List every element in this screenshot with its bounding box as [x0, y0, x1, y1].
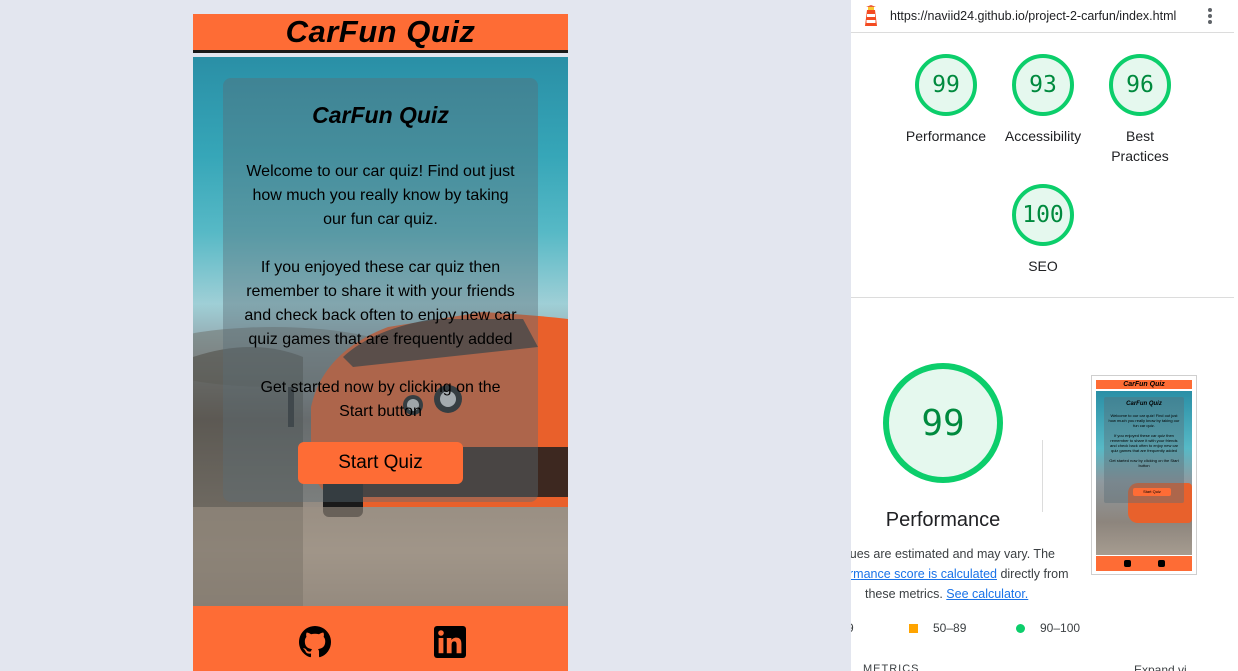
metrics-heading: METRICS — [863, 663, 920, 671]
big-gauge-value: 99 — [921, 402, 965, 444]
performance-big-gauge: 99 — [883, 363, 1003, 483]
card-title: CarFun Quiz — [312, 102, 449, 128]
gauge-label: Performance — [905, 128, 987, 144]
thumb-text: Get started now by clicking on the Start… — [1109, 458, 1179, 468]
thumb-header: CarFun Quiz — [1096, 380, 1192, 389]
thumb-start-button: Start Quiz — [1133, 488, 1171, 496]
report-url[interactable]: https://naviid24.github.io/project-2-car… — [890, 9, 1176, 23]
thumb-hero: CarFun Quiz Welcome to our car quiz! Fin… — [1096, 391, 1192, 555]
thumb-text: Welcome to our car quiz! Find out just h… — [1108, 413, 1180, 428]
lighthouse-logo-icon — [865, 5, 877, 26]
thumb-github-icon — [1124, 560, 1131, 567]
site-header: CarFun Quiz — [193, 14, 568, 50]
score-calculated-link[interactable]: rmance score is calculated — [851, 567, 997, 581]
legend-square-icon — [909, 623, 918, 633]
gauge-value: 93 — [1029, 72, 1057, 98]
note-text: these metrics. — [865, 587, 947, 601]
legend-average: 50–89 — [909, 621, 966, 635]
hero-background: CarFun Quiz Welcome to our car quiz! Fin… — [193, 57, 568, 606]
linkedin-icon[interactable] — [434, 626, 466, 658]
note-text: directly from — [996, 567, 1069, 581]
legend-label: 9 — [851, 621, 854, 635]
gauge-performance[interactable]: 99 Performance — [898, 54, 994, 146]
section-divider — [851, 297, 1234, 298]
gauge-seo[interactable]: 100 SEO — [995, 184, 1091, 276]
gauge-label: SEO — [1028, 258, 1058, 274]
expand-view-toggle[interactable]: Expand vi — [1134, 663, 1187, 671]
lighthouse-report: https://naviid24.github.io/project-2-car… — [851, 0, 1238, 671]
share-text: If you enjoyed these car quiz then remem… — [244, 259, 517, 348]
header-divider — [193, 50, 568, 53]
quiz-intro-card: CarFun Quiz Welcome to our car quiz! Fin… — [223, 78, 538, 502]
thumb-text: If you enjoyed these car quiz then remem… — [1109, 433, 1179, 453]
site-footer — [193, 606, 568, 671]
gauge-value: 100 — [1022, 202, 1064, 228]
legend-label: 50–89 — [933, 621, 967, 635]
legend-pass: 90–100 — [1016, 621, 1080, 635]
score-calc-note: rmance score is calculated directly from — [851, 564, 1069, 584]
thumb-card: CarFun Quiz Welcome to our car quiz! Fin… — [1104, 397, 1184, 503]
metrics-note: these metrics. See calculator. — [865, 584, 1028, 604]
more-options-icon[interactable] — [1205, 8, 1215, 26]
legend-circle-icon — [1016, 623, 1025, 633]
thumb-linkedin-icon — [1158, 560, 1165, 567]
start-quiz-button[interactable]: Start Quiz — [298, 442, 463, 484]
github-icon[interactable] — [299, 626, 331, 658]
gauge-value: 96 — [1126, 72, 1154, 98]
gauge-best-practices[interactable]: 96 Best Practices — [1092, 54, 1188, 166]
gauge-value: 99 — [932, 72, 960, 98]
vertical-divider — [1042, 440, 1043, 512]
welcome-text: Welcome to our car quiz! Find out just h… — [246, 163, 515, 228]
site-header-title: CarFun Quiz — [285, 14, 476, 49]
gauge-label: Accessibility — [1004, 128, 1082, 144]
big-gauge-label: Performance — [885, 509, 1001, 531]
estimate-note: lues are estimated and may vary. The — [851, 547, 1055, 561]
report-url-bar: https://naviid24.github.io/project-2-car… — [851, 0, 1234, 33]
get-started-text: Get started now by clicking on the Start… — [260, 379, 501, 420]
gauge-label: Best Practices — [1111, 128, 1169, 164]
legend-fail: 9 — [851, 621, 854, 635]
thumb-card-title: CarFun Quiz — [1126, 401, 1162, 407]
site-preview: CarFun Quiz CarFun Quiz Welcome to our c… — [193, 14, 568, 671]
final-screenshot-thumbnail[interactable]: CarFun Quiz CarFun Quiz Welcome to our c… — [1091, 375, 1197, 575]
legend-label: 90–100 — [1040, 621, 1081, 635]
see-calculator-link[interactable]: See calculator. — [946, 587, 1028, 601]
gauge-accessibility[interactable]: 93 Accessibility — [995, 54, 1091, 146]
thumb-footer — [1096, 556, 1192, 571]
